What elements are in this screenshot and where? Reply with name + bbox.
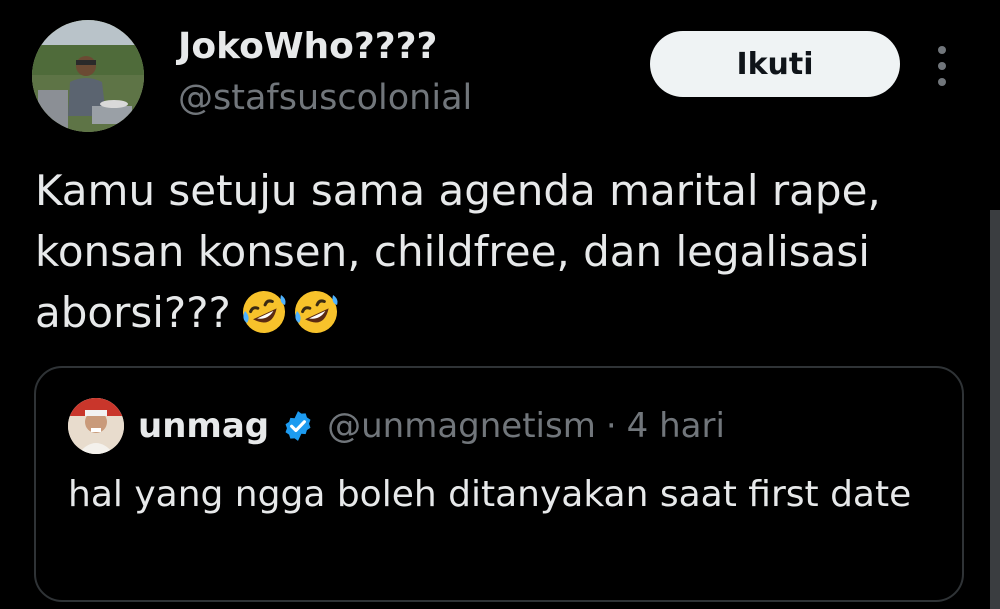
quoted-tweet-card[interactable]: unmag @unmagnetism · 4 hari hal yang ngg… <box>34 366 964 602</box>
more-options-button[interactable] <box>928 44 956 88</box>
quoted-display-name[interactable]: unmag <box>138 406 269 446</box>
laughing-emoji-icon <box>242 291 286 333</box>
scrollbar[interactable] <box>990 210 1000 609</box>
quoted-tweet-text: hal yang ngga boleh ditanyakan saat firs… <box>68 474 912 515</box>
quoted-timestamp[interactable]: 4 hari <box>627 406 725 446</box>
tweet-text: Kamu setuju sama agenda marital rape, ko… <box>35 166 881 337</box>
emoji-group <box>239 287 343 353</box>
verified-icon <box>285 411 311 441</box>
user-avatar-photo-icon <box>32 20 144 132</box>
quoted-tweet-header: unmag @unmagnetism · 4 hari <box>138 398 725 454</box>
follow-button[interactable]: Ikuti <box>650 31 900 97</box>
verified-badge <box>281 409 315 443</box>
author-display-name[interactable]: JokoWho???? <box>178 26 437 67</box>
tweet-body: Kamu setuju sama agenda marital rape, ko… <box>35 160 970 353</box>
laughing-emoji-icon <box>294 291 338 333</box>
author-handle[interactable]: @stafsuscolonial <box>178 78 472 118</box>
author-avatar[interactable] <box>32 20 144 132</box>
more-vertical-icon <box>938 46 946 86</box>
separator-dot: · <box>605 406 617 446</box>
quoted-handle[interactable]: @unmagnetism <box>327 406 596 446</box>
quoted-user-avatar[interactable] <box>68 398 124 454</box>
quoted-avatar-icon <box>68 398 124 454</box>
